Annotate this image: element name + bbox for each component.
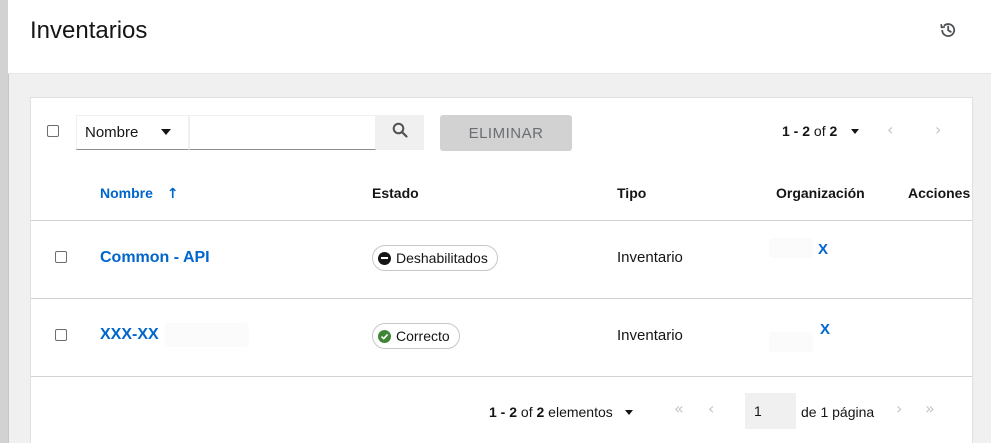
redacted-area (769, 332, 813, 352)
pagination-toggle-top[interactable]: 1 - 2 of 2 (782, 123, 860, 139)
inventory-type: Inventario (617, 327, 683, 344)
organization-link[interactable]: X (818, 241, 828, 258)
column-header-name[interactable]: Nombre ↑ (100, 185, 179, 202)
row-checkbox[interactable] (55, 329, 67, 341)
status-badge: Deshabilitados (372, 245, 498, 271)
pagination-range: 1 - 2 (782, 123, 811, 139)
column-header-type: Tipo (617, 185, 647, 201)
column-header-status: Estado (372, 185, 419, 201)
search-button[interactable] (376, 115, 424, 150)
status-label: Correcto (396, 328, 450, 344)
table-footer: 1 - 2 of 2 elementos « ‹ de 1 página › » (31, 377, 972, 443)
page-count-label: de 1 página (801, 404, 875, 420)
inventory-list-card: Nombre ELIMINAR 1 - 2 of 2 ‹ › Nombre ↑ … (30, 97, 973, 443)
column-header-organization: Organización (776, 185, 865, 201)
redacted-area (769, 238, 813, 258)
page-header: Inventarios (8, 0, 991, 74)
next-page-icon[interactable]: › (935, 120, 941, 139)
pagination-range: 1 - 2 (489, 404, 518, 420)
toolbar: Nombre ELIMINAR 1 - 2 of 2 ‹ › (31, 98, 972, 166)
last-page-icon[interactable]: » (925, 399, 935, 418)
caret-down-icon (851, 129, 860, 134)
search-icon (392, 122, 408, 143)
column-header-name-label: Nombre (100, 185, 153, 201)
header-divider (31, 220, 972, 221)
caret-down-icon (161, 129, 171, 135)
filter-field-label: Nombre (85, 124, 139, 141)
page-title: Inventarios (30, 17, 148, 44)
pagination-of: of (520, 404, 533, 420)
search-input[interactable] (189, 115, 376, 150)
pagination-of: of (813, 123, 826, 139)
delete-button[interactable]: ELIMINAR (440, 115, 572, 151)
next-page-icon[interactable]: › (896, 399, 902, 418)
inventory-name-link[interactable]: XXX-XX (100, 326, 159, 344)
page-number-input[interactable] (745, 393, 796, 429)
row-checkbox[interactable] (55, 251, 67, 263)
redacted-area (165, 323, 249, 347)
history-button[interactable] (937, 21, 959, 43)
previous-page-icon[interactable]: ‹ (887, 120, 893, 139)
first-page-icon[interactable]: « (674, 399, 684, 418)
select-all-checkbox[interactable] (47, 125, 59, 137)
pagination-total: 2 (829, 123, 838, 139)
inventory-name-link[interactable]: Common - API (100, 249, 210, 267)
pagination-items-label: elementos (548, 404, 613, 420)
page: Inventarios Nombre ELIMINAR 1 - 2 of 2 ‹… (0, 0, 991, 443)
status-label: Deshabilitados (396, 250, 488, 266)
inventory-type: Inventario (617, 249, 683, 266)
sort-ascending-icon: ↑ (166, 186, 179, 202)
column-header-actions: Acciones (908, 185, 971, 201)
row-divider (31, 298, 972, 299)
caret-down-icon (624, 410, 633, 415)
filter-field-select[interactable]: Nombre (76, 115, 189, 150)
previous-page-icon[interactable]: ‹ (708, 399, 714, 418)
disabled-icon (378, 251, 391, 265)
pagination-toggle-bottom[interactable]: 1 - 2 of 2 elementos (489, 404, 633, 420)
status-badge: Correcto (372, 323, 460, 349)
pagination-total: 2 (536, 404, 545, 420)
organization-link[interactable]: X (820, 321, 830, 338)
check-circle-icon (378, 329, 391, 343)
history-icon (939, 21, 957, 44)
